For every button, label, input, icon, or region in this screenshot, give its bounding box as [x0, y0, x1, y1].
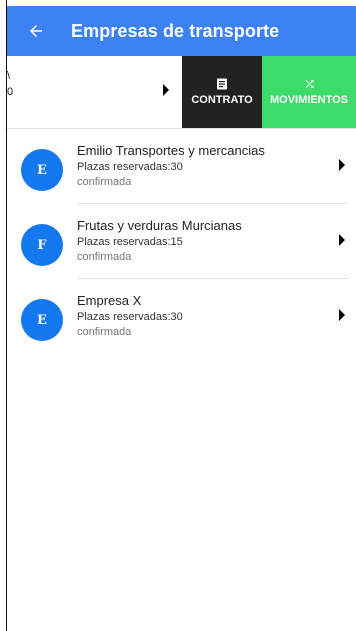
- caret-right-icon: [163, 84, 169, 96]
- app-bar: Empresas de transporte: [7, 6, 356, 56]
- list-item[interactable]: F Frutas y verduras Murcianas Plazas res…: [7, 204, 356, 279]
- list-item[interactable]: E Emilio Transportes y mercancias Plazas…: [7, 129, 356, 204]
- caret-right-icon: [339, 234, 345, 246]
- shuffle-icon: [305, 80, 313, 88]
- status-text: confirmada: [77, 176, 132, 188]
- avatar: E: [21, 149, 63, 191]
- contrato-button[interactable]: CONTRATO: [182, 56, 262, 128]
- swiped-list-item[interactable]: \ 0 CONTRATO MOVIMIENTOS: [7, 56, 356, 129]
- swiped-item-line2: 0: [7, 86, 14, 98]
- avatar: E: [21, 299, 63, 341]
- company-list: E Emilio Transportes y mercancias Plazas…: [7, 129, 356, 354]
- page-title: Empresas de transporte: [71, 20, 280, 41]
- reserved-seats: Plazas reservadas:30: [77, 161, 183, 173]
- caret-right-icon: [339, 309, 345, 321]
- status-text: confirmada: [77, 326, 132, 338]
- reserved-seats: Plazas reservadas:15: [77, 236, 183, 248]
- list-item[interactable]: E Empresa X Plazas reservadas:30 confirm…: [7, 279, 356, 354]
- avatar: F: [21, 224, 63, 266]
- swiped-item-content: \ 0: [7, 56, 181, 128]
- arrow-left-icon: [30, 25, 42, 37]
- reserved-seats: Plazas reservadas:30: [77, 311, 183, 323]
- caret-right-icon: [339, 159, 345, 171]
- company-name: Empresa X: [77, 293, 142, 308]
- movimientos-label: MOVIMIENTOS: [269, 94, 349, 106]
- document-icon: [217, 78, 227, 90]
- contrato-label: CONTRATO: [191, 94, 253, 106]
- movimientos-button[interactable]: MOVIMIENTOS: [262, 56, 356, 128]
- company-name: Frutas y verduras Murcianas: [77, 218, 242, 233]
- status-text: confirmada: [77, 251, 132, 263]
- swiped-item-line1: \: [7, 70, 11, 82]
- back-button[interactable]: [25, 20, 47, 42]
- company-name: Emilio Transportes y mercancias: [77, 143, 265, 158]
